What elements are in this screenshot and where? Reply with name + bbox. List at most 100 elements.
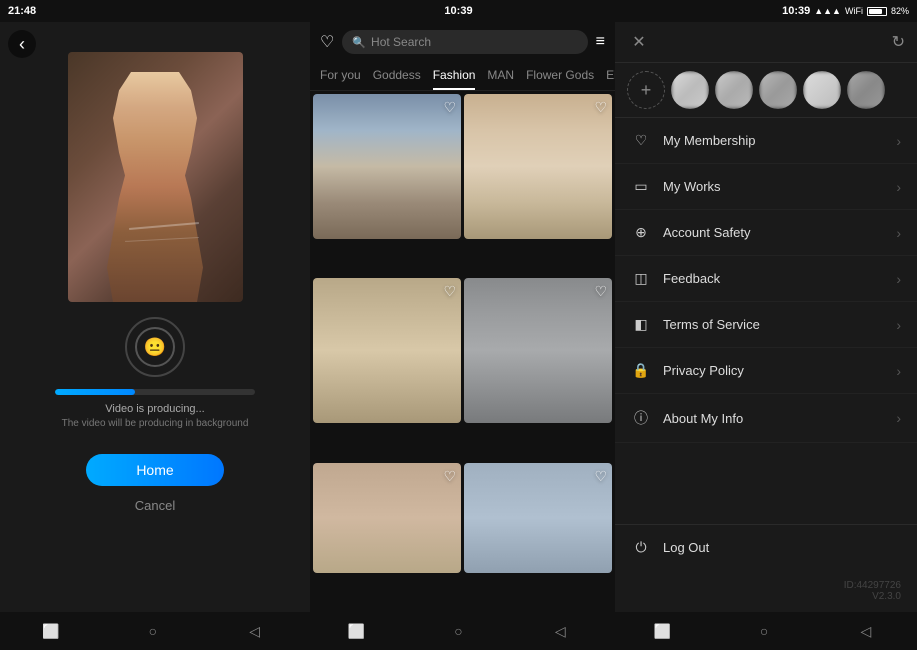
- tab-bar: For you Goddess Fashion MAN Flower Gods …: [310, 62, 615, 91]
- signal-icon: ▲▲▲: [814, 6, 841, 16]
- status-time-right: 10:39: [782, 5, 810, 17]
- smiley-icon: 😐: [144, 337, 166, 358]
- app-id: ID:44297726: [631, 580, 901, 591]
- photo-cell-6[interactable]: ♡: [464, 463, 612, 573]
- back-button[interactable]: ‹: [8, 30, 36, 58]
- progress-bar-fill: [55, 389, 135, 395]
- battery-percent: 82%: [891, 6, 909, 16]
- avatar-5[interactable]: [847, 71, 885, 109]
- privacy-label: Privacy Policy: [663, 363, 896, 378]
- wifi-icon: WiFi: [845, 6, 863, 16]
- avatar-2[interactable]: [715, 71, 753, 109]
- privacy-arrow: ›: [896, 363, 901, 379]
- membership-arrow: ›: [896, 133, 901, 149]
- middle-header: ♡ 🔍 Hot Search ≡: [310, 22, 615, 62]
- menu-item-terms[interactable]: ◧ Terms of Service ›: [615, 302, 917, 348]
- photo-cell-3[interactable]: ♡: [313, 278, 461, 423]
- tab-for-you[interactable]: For you: [320, 62, 361, 90]
- terms-arrow: ›: [896, 317, 901, 333]
- membership-icon: ♡: [631, 132, 651, 149]
- terms-label: Terms of Service: [663, 317, 896, 332]
- producing-text: Video is producing...: [105, 403, 204, 415]
- producing-sub-text: The video will be producing in backgroun…: [62, 418, 249, 429]
- menu-item-feedback[interactable]: ◫ Feedback ›: [615, 256, 917, 302]
- menu-item-works[interactable]: ▭ My Works ›: [615, 164, 917, 210]
- works-icon: ▭: [631, 178, 651, 195]
- nav-bar: ⬜ ○ ◁ ⬜ ○ ◁ ⬜ ○ ◁: [0, 612, 917, 650]
- heart-btn-1[interactable]: ♡: [443, 99, 456, 116]
- membership-label: My Membership: [663, 133, 896, 148]
- status-time-left: 21:48: [8, 5, 36, 17]
- tab-man[interactable]: MAN: [487, 62, 514, 90]
- nav-square-1[interactable]: ⬜: [36, 620, 66, 642]
- home-button[interactable]: Home: [86, 454, 223, 486]
- heart-btn-6[interactable]: ♡: [594, 468, 607, 485]
- log-out-label: Log Out: [663, 540, 709, 555]
- favorites-icon[interactable]: ♡: [320, 32, 334, 52]
- tab-flower-gods[interactable]: Flower Gods: [526, 62, 594, 90]
- menu-item-membership[interactable]: ♡ My Membership ›: [615, 118, 917, 164]
- app-info: ID:44297726 V2.3.0: [615, 570, 917, 612]
- nav-back-3[interactable]: ◁: [851, 620, 881, 642]
- feedback-label: Feedback: [663, 271, 896, 286]
- safety-arrow: ›: [896, 225, 901, 241]
- works-label: My Works: [663, 179, 896, 194]
- about-icon: ⓘ: [631, 408, 651, 428]
- app-version: V2.3.0: [631, 591, 901, 602]
- heart-btn-2[interactable]: ♡: [594, 99, 607, 116]
- nav-circle-2[interactable]: ○: [443, 620, 473, 642]
- heart-btn-3[interactable]: ♡: [443, 283, 456, 300]
- refresh-button[interactable]: ↻: [892, 32, 905, 52]
- cancel-text[interactable]: Cancel: [135, 498, 175, 513]
- feedback-icon: ◫: [631, 270, 651, 287]
- menu-item-about[interactable]: ⓘ About My Info ›: [615, 394, 917, 443]
- heart-btn-5[interactable]: ♡: [443, 468, 456, 485]
- nav-circle-1[interactable]: ○: [138, 620, 168, 642]
- log-out-icon: ⏻: [631, 539, 651, 556]
- nav-back-1[interactable]: ◁: [240, 620, 270, 642]
- photo-cell-1[interactable]: ♡: [313, 94, 461, 239]
- search-placeholder: Hot Search: [371, 35, 431, 49]
- progress-circle: 😐: [125, 317, 185, 377]
- feedback-arrow: ›: [896, 271, 901, 287]
- search-bar[interactable]: 🔍 Hot Search: [342, 30, 587, 54]
- person-silhouette: [95, 72, 215, 302]
- about-arrow: ›: [896, 410, 901, 426]
- preview-image: [68, 52, 243, 302]
- menu-item-safety[interactable]: ⊕ Account Safety ›: [615, 210, 917, 256]
- avatar-4[interactable]: [803, 71, 841, 109]
- privacy-icon: 🔒: [631, 362, 651, 379]
- nav-square-3[interactable]: ⬜: [647, 620, 677, 642]
- tab-eight-be[interactable]: Eight Be...: [606, 62, 615, 90]
- about-label: About My Info: [663, 411, 896, 426]
- tab-fashion[interactable]: Fashion: [433, 62, 476, 90]
- nav-square-2[interactable]: ⬜: [342, 620, 372, 642]
- right-panel: ✕ ↻ + ♡ My Membership: [615, 22, 917, 612]
- middle-panel: ♡ 🔍 Hot Search ≡ For you Goddess Fashion…: [310, 22, 615, 612]
- photo-cell-2[interactable]: ♡: [464, 94, 612, 239]
- photo-cell-4[interactable]: ♡: [464, 278, 612, 423]
- menu-item-privacy[interactable]: 🔒 Privacy Policy ›: [615, 348, 917, 394]
- nav-circle-3[interactable]: ○: [749, 620, 779, 642]
- log-out-section[interactable]: ⏻ Log Out: [615, 524, 917, 570]
- tab-goddess[interactable]: Goddess: [373, 62, 421, 90]
- safety-icon: ⊕: [631, 224, 651, 241]
- search-icon: 🔍: [352, 36, 366, 49]
- safety-label: Account Safety: [663, 225, 896, 240]
- avatar-1[interactable]: [671, 71, 709, 109]
- nav-back-2[interactable]: ◁: [545, 620, 575, 642]
- left-panel: ‹ 😐 Video is producing... The video will…: [0, 22, 310, 612]
- heart-btn-4[interactable]: ♡: [594, 283, 607, 300]
- close-button[interactable]: ✕: [627, 30, 651, 54]
- avatar-strip: +: [615, 63, 917, 118]
- terms-icon: ◧: [631, 316, 651, 333]
- add-avatar-button[interactable]: +: [627, 71, 665, 109]
- avatar-3[interactable]: [759, 71, 797, 109]
- photo-grid: ♡ ♡ ♡ ♡ ♡: [310, 91, 615, 612]
- photo-cell-5[interactable]: ♡: [313, 463, 461, 573]
- menu-icon[interactable]: ≡: [596, 33, 605, 51]
- menu-header: ✕ ↻: [615, 22, 917, 63]
- status-time-mid: 10:39: [444, 5, 472, 17]
- progress-bar-container: [55, 389, 255, 395]
- works-arrow: ›: [896, 179, 901, 195]
